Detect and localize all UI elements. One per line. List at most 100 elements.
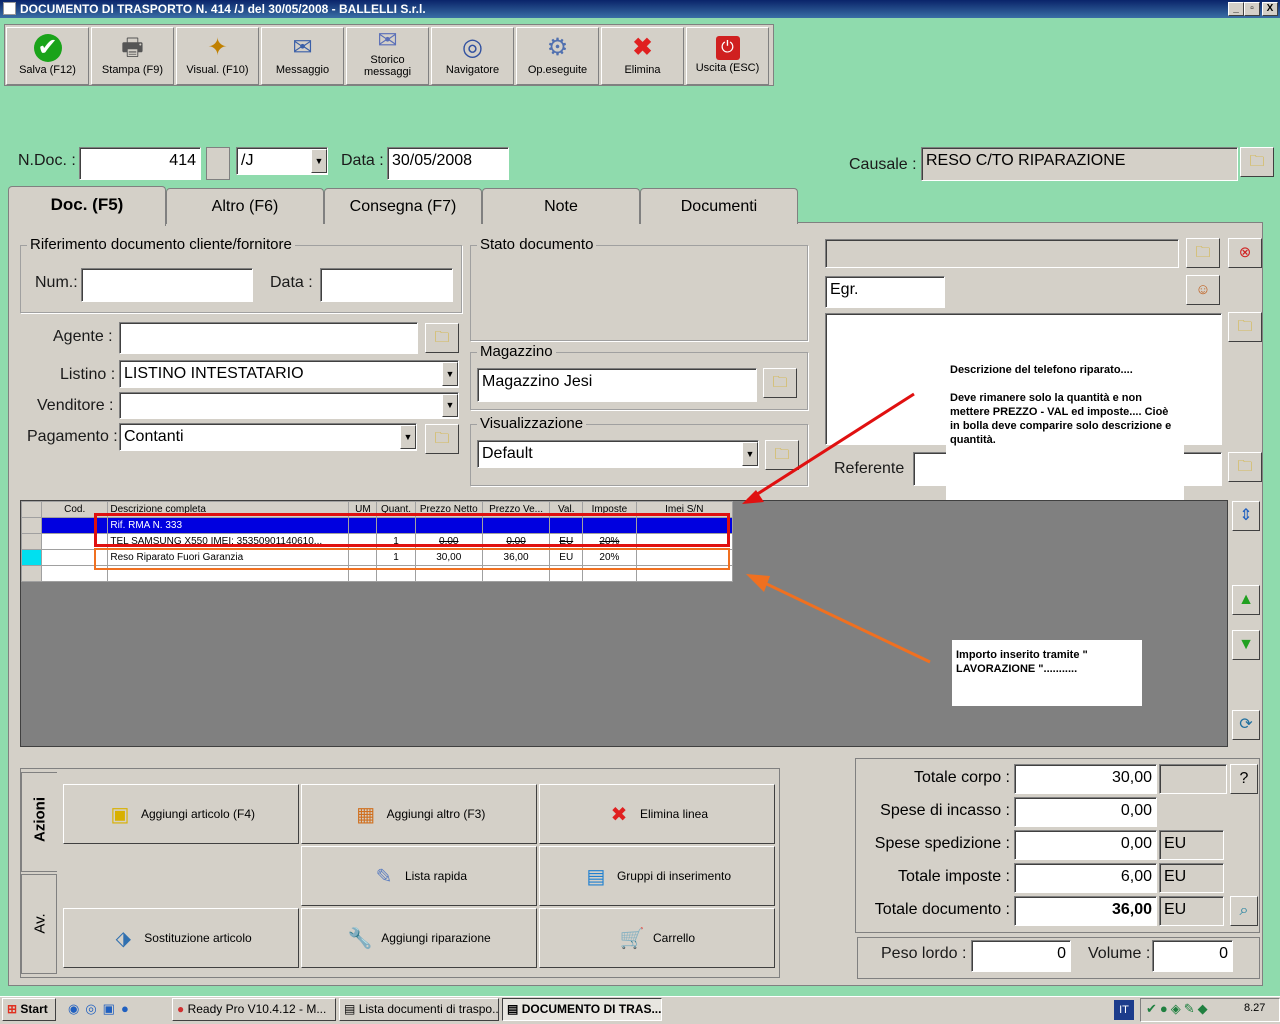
tab-note[interactable]: Note — [482, 188, 640, 224]
message-button[interactable]: ✉ Messaggio — [261, 27, 344, 85]
save-button[interactable]: ✔ Salva (F12) — [6, 27, 89, 85]
tab-documenti[interactable]: Documenti — [640, 188, 798, 224]
ref-date-input[interactable] — [320, 268, 453, 302]
tray-icons[interactable]: ✔●◈✎◆ — [1146, 1001, 1236, 1019]
causale-field[interactable]: RESO C/TO RIPARAZIONE — [921, 147, 1238, 181]
col-header[interactable] — [20, 501, 43, 518]
mail-history-icon: ✉ — [377, 27, 398, 54]
visualizzazione-select[interactable]: Default — [477, 440, 759, 468]
cliente-name-field[interactable] — [825, 239, 1179, 268]
magic-wand-icon: ✦ — [207, 34, 228, 61]
quick-list-button[interactable]: ✎ Lista rapida — [301, 846, 537, 906]
move-updown-icon[interactable]: ⇕ — [1232, 501, 1260, 531]
operations-button[interactable]: ⚙ Op.eseguite — [516, 27, 599, 85]
cliente-folder-icon[interactable]: 🗀 — [1186, 238, 1220, 268]
chevron-down-icon[interactable]: ▼ — [442, 394, 458, 417]
folder-icon[interactable]: 🗀 — [1240, 147, 1274, 177]
agente-folder-icon[interactable]: 🗀 — [425, 323, 459, 353]
taskbar-item-lista[interactable]: ▤ Lista documenti di traspo... — [339, 998, 499, 1021]
envelope-icon: ✉ — [292, 34, 313, 61]
volume-label: Volume : — [1088, 945, 1151, 962]
delete-x-icon: ✖ — [632, 34, 653, 61]
title-field[interactable]: Egr. — [825, 276, 945, 308]
quick-launch-icons[interactable]: ◉◎▣● — [68, 1001, 160, 1019]
agente-label: Agente : — [53, 328, 113, 345]
causale-label: Causale : — [849, 156, 917, 173]
exit-button[interactable]: ⏻ Uscita (ESC) — [686, 27, 769, 85]
taskbar-item-documento[interactable]: ▤ DOCUMENTO DI TRAS... — [502, 998, 662, 1021]
replace-article-button[interactable]: ⬗ Sostituzione articolo — [63, 908, 299, 968]
cart-button[interactable]: 🛒 Carrello — [539, 908, 775, 968]
venditore-select[interactable] — [119, 392, 459, 419]
listino-select[interactable]: LISTINO INTESTATARIO — [119, 360, 459, 388]
language-indicator[interactable]: IT — [1114, 1000, 1134, 1020]
help-button[interactable]: ? — [1230, 764, 1258, 794]
grid-add-icon: ▦ — [356, 803, 376, 826]
riferimento-title: Riferimento documento cliente/fornitore — [27, 236, 295, 253]
imposte-currency: EU — [1159, 863, 1224, 893]
wrench-icon: 🔧 — [347, 927, 373, 950]
address-folder-icon[interactable]: 🗀 — [1228, 312, 1262, 342]
red-arrow-line — [747, 392, 915, 502]
peso-input[interactable]: 0 — [971, 940, 1071, 972]
totale-imposte-value: 6,00 — [1014, 863, 1157, 893]
insert-groups-button[interactable]: ▤ Gruppi di inserimento — [539, 846, 775, 906]
delete-button[interactable]: ✖ Elimina — [601, 27, 684, 85]
close-button[interactable]: X — [1262, 2, 1278, 16]
totale-corpo-extra — [1159, 764, 1227, 794]
minimize-button[interactable]: _ — [1228, 2, 1244, 16]
spese-incasso-label: Spese di incasso : — [880, 802, 1010, 819]
group-insert-icon: ▤ — [586, 865, 606, 888]
spese-spedizione-value[interactable]: 0,00 — [1014, 830, 1157, 860]
venditore-label: Venditore : — [37, 397, 114, 414]
listino-label: Listino : — [60, 366, 116, 383]
refresh-icon[interactable]: ⟳ — [1232, 710, 1260, 740]
agente-input[interactable] — [119, 322, 418, 354]
chevron-down-icon[interactable]: ▼ — [311, 149, 327, 173]
ndoc-spin-button[interactable] — [206, 147, 230, 180]
tab-azioni[interactable]: Azioni — [21, 772, 57, 872]
delete-x-icon: ✖ — [610, 803, 628, 826]
cart-icon: 🛒 — [619, 927, 645, 950]
referente-folder-icon[interactable]: 🗀 — [1228, 452, 1262, 482]
zoom-icon[interactable]: ⌕ — [1230, 896, 1258, 926]
tab-consegna[interactable]: Consegna (F7) — [324, 188, 482, 224]
delete-line-button[interactable]: ✖ Elimina linea — [539, 784, 775, 844]
document-icon: ▤ — [344, 1002, 356, 1016]
chevron-down-icon[interactable]: ▼ — [442, 362, 458, 386]
navigator-icon: ◎ — [462, 34, 483, 61]
add-article-button[interactable]: ▣ Aggiungi articolo (F4) — [63, 784, 299, 844]
arrow-down-icon[interactable]: ▼ — [1232, 630, 1260, 660]
tab-doc[interactable]: Doc. (F5) — [8, 186, 166, 226]
ref-num-input[interactable] — [81, 268, 253, 302]
num-label: Num.: — [35, 274, 78, 291]
spedizione-currency: EU — [1159, 830, 1224, 860]
maximize-button[interactable]: ▫ — [1244, 2, 1260, 16]
person-icon[interactable]: ☺ — [1186, 275, 1220, 305]
navigator-button[interactable]: ◎ Navigatore — [431, 27, 514, 85]
visual-button[interactable]: ✦ Visual. (F10) — [176, 27, 259, 85]
date-input[interactable]: 30/05/2008 — [387, 147, 509, 180]
tab-av[interactable]: Av. — [21, 874, 57, 974]
spese-spedizione-label: Spese spedizione : — [874, 835, 1010, 852]
add-repair-button[interactable]: 🔧 Aggiungi riparazione — [301, 908, 537, 968]
volume-input[interactable]: 0 — [1152, 940, 1233, 972]
arrow-up-icon[interactable]: ▲ — [1232, 585, 1260, 615]
chevron-down-icon[interactable]: ▼ — [400, 425, 416, 449]
annotation-orange-box — [94, 548, 730, 570]
pagamento-select[interactable]: Contanti — [119, 423, 417, 451]
stato-title: Stato documento — [477, 236, 597, 253]
message-history-button[interactable]: ✉ Storico messaggi — [346, 27, 429, 85]
add-other-button[interactable]: ▦ Aggiungi altro (F3) — [301, 784, 537, 844]
power-icon: ⏻ — [715, 36, 740, 60]
tab-altro[interactable]: Altro (F6) — [166, 188, 324, 224]
start-button[interactable]: ⊞ Start — [2, 998, 56, 1021]
spese-incasso-value[interactable]: 0,00 — [1014, 797, 1157, 827]
totale-corpo-value: 30,00 — [1014, 764, 1157, 794]
magazzino-field[interactable]: Magazzino Jesi — [477, 368, 757, 402]
taskbar-item-readypro[interactable]: ● Ready Pro V10.4.12 - M... — [172, 998, 336, 1021]
remove-icon[interactable]: ⊗ — [1228, 238, 1262, 268]
pagamento-folder-icon[interactable]: 🗀 — [425, 424, 459, 454]
print-button[interactable]: 🖶 Stampa (F9) — [91, 27, 174, 85]
ndoc-input[interactable]: 414 — [79, 147, 201, 180]
